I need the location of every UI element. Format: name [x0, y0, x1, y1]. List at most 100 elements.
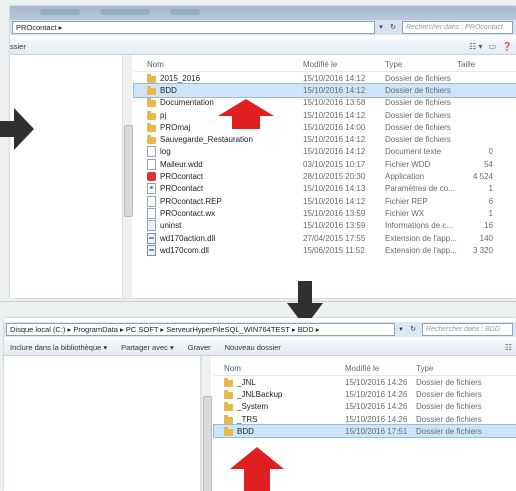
file-name-label: PROcontact — [160, 184, 204, 194]
file-size: 140 — [479, 233, 493, 243]
file-size: 1 — [488, 184, 493, 194]
file-row[interactable]: _JNLBackup 15/10/2016 14:26 Dossier de fic… — [214, 388, 516, 400]
file-row[interactable]: 2015_2016 15/10/2016 14:12 Dossier de fich… — [134, 72, 516, 84]
file-type: Fichier WX — [385, 208, 425, 218]
include-library-button[interactable]: Inclure dans la bibliothèque ▾ — [10, 343, 107, 352]
file-name-label: pj — [160, 110, 167, 120]
toolbar-item-folder[interactable]: ssier — [10, 42, 26, 51]
dropdown-arrow-icon[interactable]: ▾ — [375, 22, 387, 33]
file-icon — [147, 195, 156, 207]
dll-icon — [147, 232, 156, 244]
file-name-label: wd170action.dll — [160, 233, 216, 243]
file-name: wd170action.dll — [134, 232, 303, 244]
app-icon — [147, 172, 156, 182]
file-type: Extension de l'app... — [385, 233, 457, 243]
folder-icon — [147, 135, 156, 145]
file-type: Fichier WDD — [385, 159, 431, 169]
breadcrumb[interactable]: PROcontact ▸ — [12, 21, 375, 34]
folder-icon — [147, 73, 156, 83]
file-name: uninst — [134, 220, 303, 232]
file-row[interactable]: _System 15/10/2016 14:26 Dossier de fichie… — [214, 401, 516, 413]
file-date: 15/10/2016 13:59 — [303, 208, 366, 218]
file-name: wd170com.dll — [134, 244, 303, 256]
column-header-name[interactable]: Nom — [134, 60, 303, 69]
file-date: 15/10/2016 14:13 — [303, 184, 366, 194]
file-row[interactable]: log 15/10/2016 14:12 Document texte 0 — [134, 146, 516, 158]
preview-pane-icon[interactable]: ▭ — [488, 42, 496, 51]
file-type: Informations de c... — [385, 221, 454, 231]
folder-icon — [224, 389, 233, 399]
scrollbar-thumb[interactable] — [124, 125, 133, 217]
file-row[interactable]: _TRS 15/10/2016 14:26 Dossier de fichiers — [214, 413, 516, 425]
file-name: 2015_2016 — [134, 73, 303, 83]
file-row[interactable]: PROcontact.REP 15/10/2016 14:12 Fichier RE… — [134, 195, 516, 207]
file-row[interactable]: uninst 15/10/2016 13:59 Informations de c.… — [134, 220, 516, 232]
view-options-icon[interactable]: ☷ — [505, 343, 512, 352]
file-row[interactable]: BDD 15/10/2016 17:51 Dossier de fichiers — [213, 424, 516, 439]
file-name-label: PROcontact — [160, 172, 204, 182]
column-header-size[interactable]: Taille — [457, 60, 493, 69]
file-row[interactable]: PROmaj 15/10/2016 14:00 Dossier de fichier… — [134, 121, 516, 133]
column-header-type[interactable]: Type — [385, 60, 457, 69]
help-icon[interactable]: ❓ — [502, 42, 512, 51]
file-date: 03/10/2015 10:17 — [303, 159, 366, 169]
file-type: Dossier de fichiers — [385, 85, 451, 95]
file-type: Dossier de fichiers — [385, 98, 451, 108]
file-name: PROcontact — [134, 172, 303, 182]
file-row[interactable]: Maileur.wdd 03/10/2015 10:17 Fichier WDD 54 — [134, 158, 516, 170]
file-row[interactable]: wd170action.dll 27/04/2015 17:55 Extension… — [134, 232, 516, 244]
file-name: _System — [214, 402, 345, 412]
new-folder-button[interactable]: Nouveau dossier — [225, 343, 281, 352]
file-name-label: PROmaj — [160, 122, 191, 132]
file-icon — [147, 158, 156, 170]
explorer-window-procontact: PROcontact ▸ ▾ ↻ Rechercher dans : PROco… — [10, 6, 516, 298]
dll-icon — [147, 244, 156, 256]
navigation-pane[interactable] — [10, 55, 123, 298]
folder-icon — [224, 402, 233, 412]
navigation-pane[interactable] — [4, 356, 201, 491]
file-date: 15/10/2016 17:51 — [345, 426, 408, 436]
file-name-label: PROcontact.wx — [160, 208, 216, 218]
file-row[interactable]: pj 15/10/2016 14:12 Dossier de fichiers — [134, 109, 516, 121]
file-row[interactable]: _JNL 15/10/2016 14:26 Dossier de fichiers — [214, 376, 516, 388]
folder-icon — [147, 110, 156, 120]
search-input[interactable]: Rechercher dans : BDD — [422, 323, 513, 336]
file-name-label: _TRS — [237, 414, 258, 424]
file-row[interactable]: BDD 15/10/2016 14:12 Dossier de fichiers — [133, 83, 516, 98]
file-list: Nom Modifié le Type _JNL 15/10/2016 14:26… — [213, 362, 516, 439]
nav-scrollbar[interactable] — [122, 55, 133, 298]
file-name-label: log — [160, 147, 171, 157]
file-date: 27/04/2015 17:55 — [303, 233, 366, 243]
file-date: 15/10/2016 14:26 — [345, 377, 408, 387]
file-name: log — [134, 146, 303, 158]
column-header-type[interactable]: Type — [416, 364, 486, 373]
file-row[interactable]: Documentation 15/10/2016 13:58 Dossier de … — [134, 97, 516, 109]
file-row[interactable]: PROcontact 15/10/2016 14:13 Paramètres de … — [134, 183, 516, 195]
nav-scrollbar[interactable] — [201, 356, 212, 491]
file-name-label: _JNLBackup — [237, 389, 283, 399]
dropdown-arrow-icon[interactable]: ▾ — [395, 324, 407, 335]
refresh-icon[interactable]: ↻ — [407, 324, 419, 335]
file-type: Paramètres de co... — [385, 184, 455, 194]
column-header-date[interactable]: Modifié le — [303, 60, 385, 69]
view-options-icon[interactable]: ☷ ▾ — [469, 42, 482, 51]
search-input[interactable]: Rechercher dans : PROcontact — [402, 21, 513, 34]
breadcrumb[interactable]: Disque local (C:) ▸ ProgramData ▸ PC SOF… — [6, 323, 395, 336]
column-header-name[interactable]: Nom — [214, 364, 345, 373]
file-name-label: Maileur.wdd — [160, 159, 203, 169]
file-row[interactable]: wd170com.dll 15/06/2015 11:52 Extension de… — [134, 244, 516, 256]
file-date: 15/06/2015 11:52 — [303, 245, 365, 255]
file-row[interactable]: PROcontact 28/10/2015 20:30 Application 4 5… — [134, 170, 516, 182]
file-date: 15/10/2016 14:12 — [303, 73, 366, 83]
file-name: _JNL — [214, 377, 345, 387]
share-with-button[interactable]: Partager avec ▾ — [121, 343, 174, 352]
scrollbar-thumb[interactable] — [203, 396, 212, 491]
file-size: 4 524 — [472, 172, 493, 182]
burn-button[interactable]: Graver — [188, 343, 211, 352]
refresh-icon[interactable]: ↻ — [387, 22, 399, 33]
column-header-date[interactable]: Modifié le — [345, 364, 416, 373]
file-row[interactable]: Sauvegarde_Restauration 15/10/2016 14:12 D… — [134, 133, 516, 145]
config-icon — [147, 183, 156, 195]
file-size: 54 — [484, 159, 493, 169]
file-row[interactable]: PROcontact.wx 15/10/2016 13:59 Fichier WX 1 — [134, 207, 516, 219]
